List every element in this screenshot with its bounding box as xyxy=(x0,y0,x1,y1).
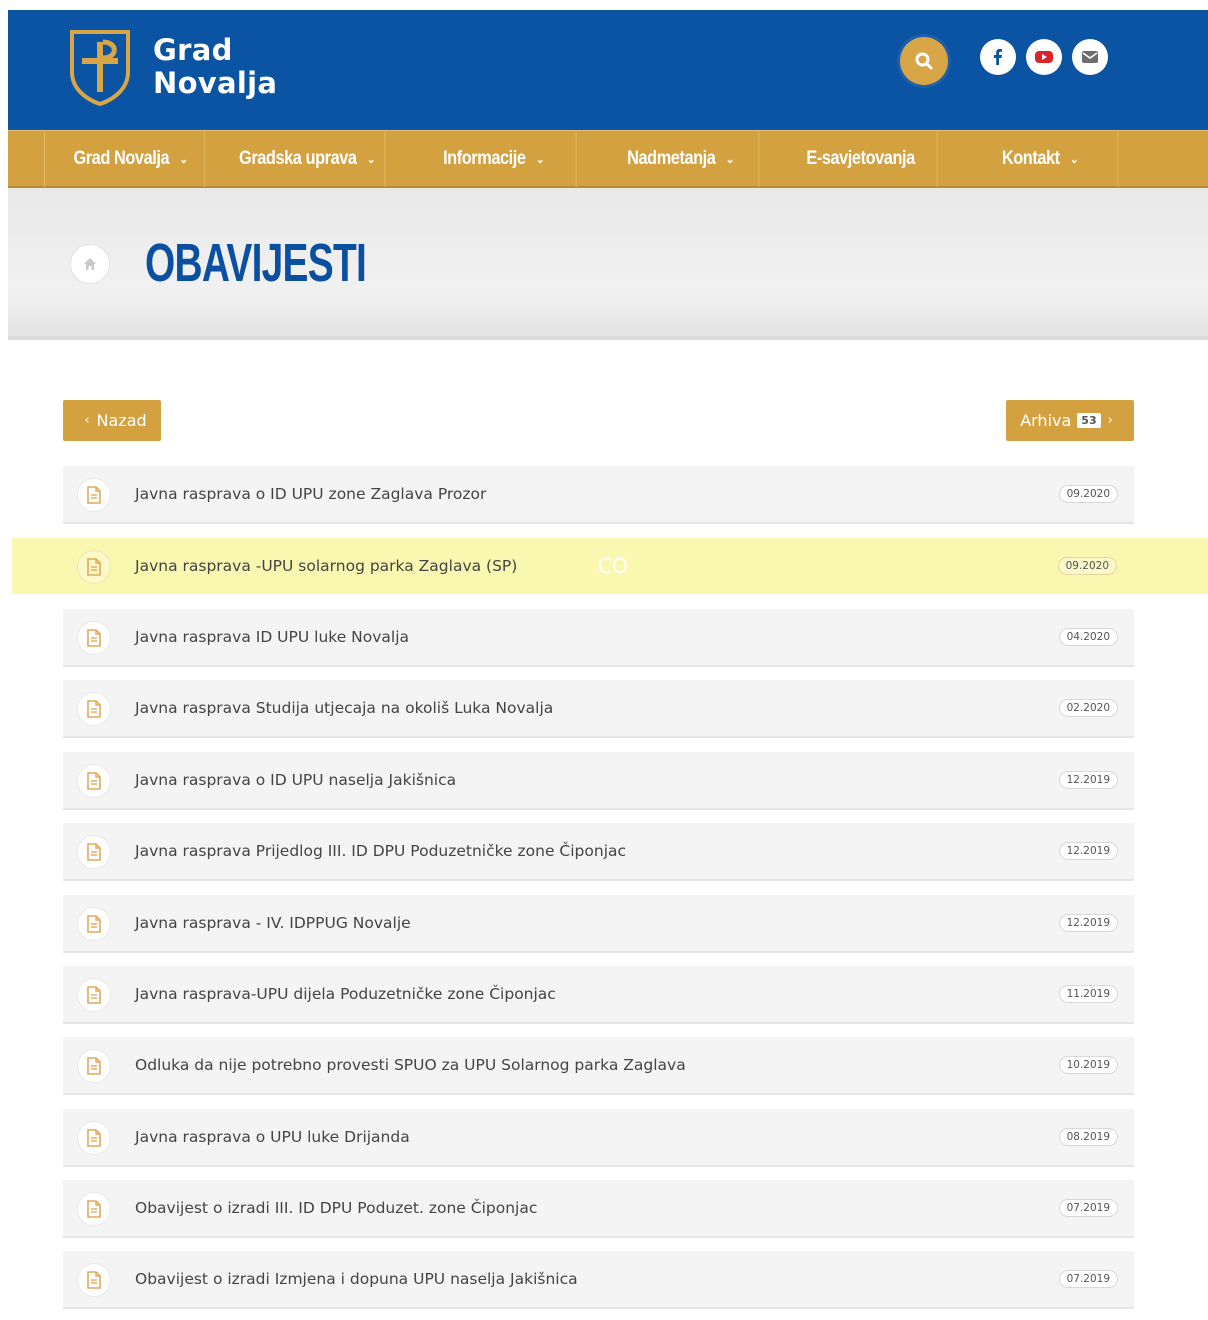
nav-label: E-savjetovanja xyxy=(806,148,915,169)
list-item-title[interactable]: Javna rasprava ID UPU luke Novalja xyxy=(135,628,409,646)
list-item[interactable]: Javna rasprava o ID UPU zone Zaglava Pro… xyxy=(63,466,1134,524)
nav-label: Informacije xyxy=(443,148,526,169)
date-badge: 09.2020 xyxy=(1058,485,1118,503)
page-title: OBAVIJESTI xyxy=(145,233,367,293)
nav-divider xyxy=(44,131,45,187)
back-button-label: Nazad xyxy=(96,411,147,430)
list-item-title[interactable]: Javna rasprava o UPU luke Drijanda xyxy=(135,1128,410,1146)
list-item-title[interactable]: Odluka da nije potrebno provesti SPUO za… xyxy=(135,1056,686,1074)
list-item-title[interactable]: Javna rasprava-UPU dijela Poduzetničke z… xyxy=(135,985,556,1003)
list-item[interactable]: Javna rasprava o ID UPU naselja Jakišnic… xyxy=(63,752,1134,810)
date-badge: 02.2020 xyxy=(1058,699,1118,717)
nav-item-informacije[interactable]: Informacije ⌄ xyxy=(411,131,577,187)
archive-button[interactable]: Arhiva 53 › xyxy=(1006,400,1134,441)
date-badge: 11.2019 xyxy=(1058,985,1118,1003)
document-icon xyxy=(77,1049,111,1083)
home-icon xyxy=(84,258,96,270)
facebook-link[interactable] xyxy=(980,39,1016,75)
facebook-icon xyxy=(994,49,1002,65)
email-icon xyxy=(1082,51,1098,63)
list-item[interactable]: Javna rasprava -UPU solarnog parka Zagla… xyxy=(12,538,1208,594)
list-item[interactable]: Javna rasprava ID UPU luke Novalja 04.202… xyxy=(63,609,1134,667)
date-badge: 07.2019 xyxy=(1058,1270,1118,1288)
date-badge: 09.2020 xyxy=(1057,557,1117,575)
list-item[interactable]: Javna rasprava o UPU luke Drijanda 08.201… xyxy=(63,1109,1134,1167)
list-item-title[interactable]: Javna rasprava -UPU solarnog parka Zagla… xyxy=(135,557,517,575)
list-item-title[interactable]: Javna rasprava o ID UPU zone Zaglava Pro… xyxy=(135,485,486,503)
chevron-left-icon: ‹ xyxy=(84,413,90,428)
list-item-title[interactable]: Javna rasprava Studija utjecaja na okoli… xyxy=(135,699,553,717)
document-icon xyxy=(77,764,111,798)
page-header-band: OBAVIJESTI xyxy=(8,188,1208,340)
page: Grad Novalja Grad Novalja ⌄ Gradska upra… xyxy=(0,0,1208,1320)
logo-line-1: Grad xyxy=(153,33,233,67)
list-item[interactable]: Javna rasprava-UPU dijela Poduzetničke z… xyxy=(63,966,1134,1024)
chevron-right-icon: › xyxy=(1107,413,1113,428)
list-item-title[interactable]: Obavijest o izradi Izmjena i dopuna UPU … xyxy=(135,1270,578,1288)
search-icon xyxy=(915,52,933,70)
nav-label: Gradska uprava xyxy=(239,148,357,169)
nav-item-nadmetanja[interactable]: Nadmetanja ⌄ xyxy=(603,131,760,187)
list-item[interactable]: Javna rasprava Studija utjecaja na okoli… xyxy=(63,680,1134,738)
date-badge: 10.2019 xyxy=(1058,1056,1118,1074)
site-header: Grad Novalja xyxy=(8,10,1208,130)
document-icon xyxy=(77,1192,111,1226)
chevron-down-icon: ⌄ xyxy=(725,152,735,166)
document-icon xyxy=(77,621,111,655)
logo-line-2: Novalja xyxy=(153,66,278,100)
document-icon xyxy=(77,907,111,941)
chevron-down-icon: ⌄ xyxy=(1070,152,1079,166)
chevron-down-icon: ⌄ xyxy=(366,152,376,166)
search-button[interactable] xyxy=(900,37,948,85)
site-logo-text[interactable]: Grad Novalja xyxy=(153,34,277,100)
nav-item-e-savjetovanja[interactable]: E-savjetovanja xyxy=(784,131,938,187)
list-item-title[interactable]: Obavijest o izradi III. ID DPU Poduzet. … xyxy=(135,1199,537,1217)
list-item-title[interactable]: Javna rasprava - IV. IDPPUG Novalje xyxy=(135,914,411,932)
document-icon xyxy=(77,1121,111,1155)
document-icon xyxy=(77,478,111,512)
chevron-down-icon: ⌄ xyxy=(179,152,188,166)
shield-logo-icon[interactable] xyxy=(68,28,132,106)
list-item[interactable]: Obavijest o izradi Izmjena i dopuna UPU … xyxy=(63,1251,1134,1309)
main-navigation: Grad Novalja ⌄ Gradska uprava ⌄ Informac… xyxy=(8,130,1208,188)
email-link[interactable] xyxy=(1072,39,1108,75)
list-item[interactable]: Javna rasprava - IV. IDPPUG Novalje 12.20… xyxy=(63,895,1134,953)
date-badge: 12.2019 xyxy=(1058,842,1118,860)
youtube-link[interactable] xyxy=(1026,39,1062,75)
list-item-title[interactable]: Javna rasprava Prijedlog III. ID DPU Pod… xyxy=(135,842,626,860)
nav-label: Grad Novalja xyxy=(73,148,170,169)
date-badge: 04.2020 xyxy=(1058,628,1118,646)
list-item-title[interactable]: Javna rasprava o ID UPU naselja Jakišnic… xyxy=(135,771,456,789)
back-button[interactable]: ‹ Nazad xyxy=(63,400,161,441)
date-badge: 07.2019 xyxy=(1058,1199,1118,1217)
document-icon xyxy=(77,692,111,726)
list-item[interactable]: Obavijest o izradi III. ID DPU Poduzet. … xyxy=(63,1180,1134,1238)
nav-item-gradska-uprava[interactable]: Gradska uprava ⌄ xyxy=(230,131,386,187)
list-item[interactable]: Javna rasprava Prijedlog III. ID DPU Pod… xyxy=(63,823,1134,881)
nav-label: Kontakt xyxy=(1001,148,1060,169)
document-icon xyxy=(77,550,111,584)
date-badge: 08.2019 xyxy=(1058,1128,1118,1146)
list-item[interactable]: Odluka da nije potrebno provesti SPUO za… xyxy=(63,1037,1134,1095)
document-icon xyxy=(77,978,111,1012)
date-badge: 12.2019 xyxy=(1058,914,1118,932)
youtube-icon xyxy=(1035,51,1053,63)
archive-count-badge: 53 xyxy=(1077,413,1101,428)
nav-label: Nadmetanja xyxy=(627,148,716,169)
document-icon xyxy=(77,835,111,869)
document-icon xyxy=(77,1263,111,1297)
chevron-down-icon: ⌄ xyxy=(535,152,545,166)
date-badge: 12.2019 xyxy=(1058,771,1118,789)
nav-item-grad-novalja[interactable]: Grad Novalja ⌄ xyxy=(57,131,205,187)
home-button[interactable] xyxy=(70,244,110,284)
nav-item-kontakt[interactable]: Kontakt ⌄ xyxy=(963,131,1119,187)
archive-button-label: Arhiva xyxy=(1020,411,1072,430)
highlight-mark: CO xyxy=(598,554,628,578)
